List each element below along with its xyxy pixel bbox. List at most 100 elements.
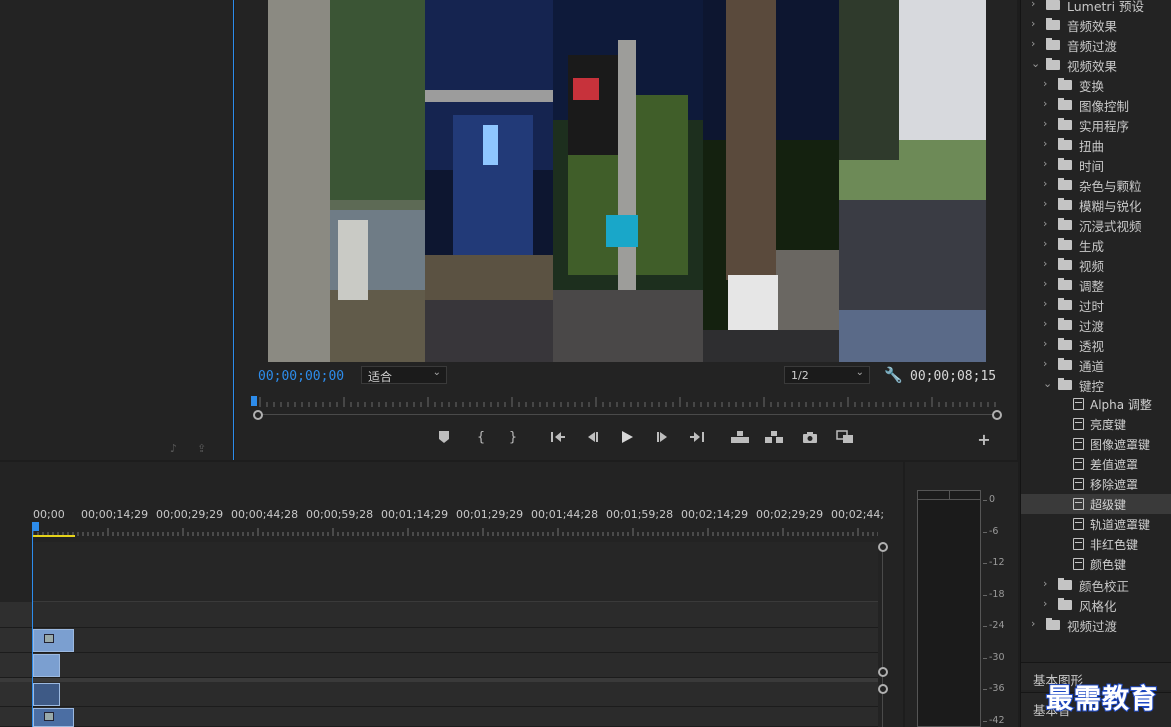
- settings-wrench-icon[interactable]: 🔧: [884, 366, 903, 384]
- play-icon[interactable]: [619, 430, 635, 450]
- effects-item[interactable]: › 调整: [1021, 274, 1171, 294]
- chevron-right-icon[interactable]: ›: [1031, 37, 1035, 50]
- chevron-right-icon[interactable]: ›: [1043, 217, 1047, 230]
- timeline-playhead-line[interactable]: [32, 522, 33, 727]
- step-back-icon[interactable]: [584, 430, 600, 450]
- track-empty-area[interactable]: [33, 542, 878, 602]
- chevron-right-icon[interactable]: ›: [1031, 617, 1035, 630]
- zoom-handle-left[interactable]: [253, 410, 263, 420]
- effects-item[interactable]: 颜色键: [1021, 554, 1171, 574]
- export-icon[interactable]: ⇪: [197, 442, 213, 455]
- audio-track-1[interactable]: [33, 682, 878, 707]
- chevron-down-icon[interactable]: ⌄: [1031, 57, 1040, 70]
- audio-clip[interactable]: [33, 683, 60, 706]
- effects-item[interactable]: › 过渡: [1021, 314, 1171, 334]
- chevron-right-icon[interactable]: ›: [1043, 317, 1047, 330]
- effects-item[interactable]: › 实用程序: [1021, 114, 1171, 134]
- chevron-right-icon[interactable]: ›: [1043, 337, 1047, 350]
- chevron-right-icon[interactable]: ›: [1043, 237, 1047, 250]
- chevron-right-icon[interactable]: ›: [1031, 17, 1035, 30]
- in-point-icon[interactable]: {: [475, 430, 487, 450]
- add-button-icon[interactable]: +: [977, 430, 991, 450]
- zoom-scrollbar[interactable]: [258, 414, 998, 415]
- effects-item[interactable]: › 时间: [1021, 154, 1171, 174]
- scroll-handle-top[interactable]: [878, 542, 888, 552]
- resolution-select[interactable]: 1/2 ⌄: [784, 366, 870, 384]
- track-header-a1[interactable]: [0, 682, 33, 707]
- chevron-right-icon[interactable]: ›: [1031, 0, 1035, 10]
- chevron-right-icon[interactable]: ›: [1043, 97, 1047, 110]
- extract-icon[interactable]: [764, 430, 784, 450]
- go-to-in-icon[interactable]: [549, 430, 567, 450]
- effects-item[interactable]: Alpha 调整: [1021, 394, 1171, 414]
- chevron-right-icon[interactable]: ›: [1043, 597, 1047, 610]
- chevron-down-icon[interactable]: ⌄: [1043, 377, 1052, 390]
- go-to-out-icon[interactable]: [688, 430, 706, 450]
- marker-icon[interactable]: [437, 430, 451, 450]
- timeline-ruler[interactable]: 00;00 00;00;14;29 00;00;29;29 00;00;44;28 00…: [33, 508, 884, 522]
- effects-item[interactable]: 图像遮罩键: [1021, 434, 1171, 454]
- effects-item[interactable]: › 图像控制: [1021, 94, 1171, 114]
- effects-item[interactable]: 非红色键: [1021, 534, 1171, 554]
- chevron-right-icon[interactable]: ›: [1043, 177, 1047, 190]
- track-header-v1[interactable]: [0, 653, 33, 678]
- effects-item[interactable]: › 音频效果: [1021, 14, 1171, 34]
- chevron-right-icon[interactable]: ›: [1043, 277, 1047, 290]
- effects-item[interactable]: › 沉浸式视频: [1021, 214, 1171, 234]
- work-area-bar[interactable]: [33, 535, 75, 537]
- audio-only-icon[interactable]: ♪: [170, 442, 186, 455]
- camera-icon[interactable]: [802, 430, 818, 450]
- effects-item[interactable]: › 视频过渡: [1021, 614, 1171, 634]
- audio-track-2[interactable]: [33, 707, 878, 727]
- chevron-right-icon[interactable]: ›: [1043, 357, 1047, 370]
- current-timecode[interactable]: 00;00;00;00: [258, 369, 344, 384]
- scroll-handle-bottom[interactable]: [878, 667, 888, 677]
- effects-item[interactable]: › 透视: [1021, 334, 1171, 354]
- chevron-right-icon[interactable]: ›: [1043, 577, 1047, 590]
- audio-clip[interactable]: [33, 708, 74, 727]
- effects-item[interactable]: › 通道: [1021, 354, 1171, 374]
- chevron-right-icon[interactable]: ›: [1043, 297, 1047, 310]
- effects-item[interactable]: 亮度键: [1021, 414, 1171, 434]
- track-header-a2[interactable]: [0, 707, 33, 727]
- track-header-v3[interactable]: [0, 602, 33, 628]
- step-forward-icon[interactable]: [655, 430, 671, 450]
- lift-icon[interactable]: [730, 430, 750, 450]
- zoom-handle-right[interactable]: [992, 410, 1002, 420]
- effects-item[interactable]: › 颜色校正: [1021, 574, 1171, 594]
- chevron-right-icon[interactable]: ›: [1043, 257, 1047, 270]
- comparison-icon[interactable]: [836, 430, 854, 450]
- out-point-icon[interactable]: }: [507, 430, 519, 450]
- effects-item[interactable]: › 杂色与颗粒: [1021, 174, 1171, 194]
- chevron-right-icon[interactable]: ›: [1043, 137, 1047, 150]
- effects-item[interactable]: 轨道遮罩键: [1021, 514, 1171, 534]
- zoom-select[interactable]: 适合 ⌄: [361, 366, 447, 384]
- chevron-right-icon[interactable]: ›: [1043, 157, 1047, 170]
- effects-item[interactable]: › 模糊与锐化: [1021, 194, 1171, 214]
- effects-item[interactable]: 差值遮罩: [1021, 454, 1171, 474]
- effects-item[interactable]: › Lumetri 预设: [1021, 0, 1171, 14]
- video-track-2[interactable]: [33, 628, 878, 653]
- track-header-v2[interactable]: [0, 628, 33, 653]
- effects-item[interactable]: › 音频过渡: [1021, 34, 1171, 54]
- program-time-ruler[interactable]: [258, 394, 998, 408]
- effects-item[interactable]: › 过时: [1021, 294, 1171, 314]
- video-track-3[interactable]: [33, 602, 878, 628]
- effects-item[interactable]: › 扭曲: [1021, 134, 1171, 154]
- chevron-right-icon[interactable]: ›: [1043, 197, 1047, 210]
- video-clip[interactable]: [33, 654, 60, 677]
- timeline-playhead[interactable]: [33, 522, 39, 531]
- program-playhead[interactable]: [251, 396, 257, 406]
- effects-item[interactable]: › 视频: [1021, 254, 1171, 274]
- scroll-handle-top-audio[interactable]: [878, 684, 888, 694]
- effects-item[interactable]: › 风格化: [1021, 594, 1171, 614]
- effects-item[interactable]: › 变换: [1021, 74, 1171, 94]
- effects-item[interactable]: 移除遮罩: [1021, 474, 1171, 494]
- effects-item[interactable]: ⌄ 键控: [1021, 374, 1171, 394]
- chevron-right-icon[interactable]: ›: [1043, 117, 1047, 130]
- effects-item[interactable]: 超级键: [1021, 494, 1171, 514]
- effects-item[interactable]: › 生成: [1021, 234, 1171, 254]
- video-track-1[interactable]: [33, 653, 878, 678]
- timeline-vertical-scrollbar[interactable]: [878, 542, 888, 727]
- chevron-right-icon[interactable]: ›: [1043, 77, 1047, 90]
